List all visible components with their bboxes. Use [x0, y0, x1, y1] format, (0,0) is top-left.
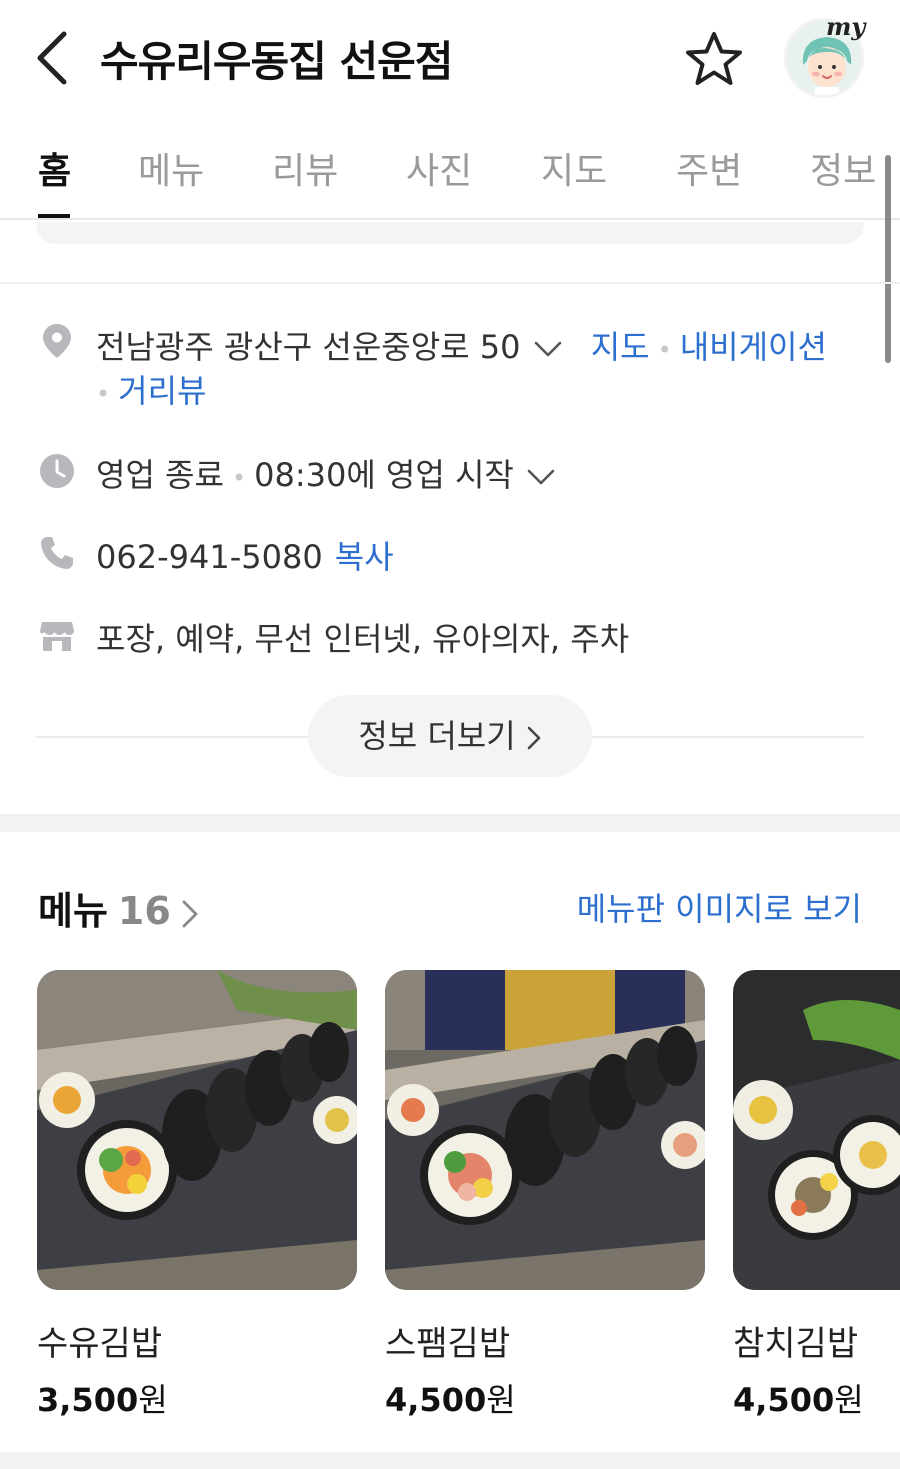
page-title: 수유리우동집 선운점 — [100, 37, 453, 86]
tab-menu[interactable]: 메뉴 — [138, 142, 204, 194]
more-info-label: 정보 더보기 — [358, 717, 516, 755]
menu-item-price: 3,500원 — [37, 1381, 168, 1419]
location-pin-icon — [43, 324, 71, 358]
favorite-button[interactable] — [682, 28, 746, 92]
separator-dot: • — [96, 380, 111, 408]
menu-item-price: 4,500원 — [385, 1381, 516, 1419]
divider — [0, 282, 900, 284]
chevron-down-icon[interactable] — [533, 340, 563, 358]
phone-row: 062-941-5080 복사 — [96, 532, 394, 578]
navigation-link[interactable]: 내비게이션 — [680, 328, 827, 366]
amenities-text: 포장, 예약, 무선 인터넷, 유아의자, 주차 — [96, 620, 630, 658]
separator-dot: • — [231, 464, 247, 492]
copy-phone-button[interactable]: 복사 — [335, 538, 394, 576]
store-icon — [40, 622, 74, 651]
section-divider — [0, 814, 900, 832]
my-badge: my — [826, 12, 866, 41]
back-button[interactable] — [30, 28, 80, 88]
top-app-bar: 수유리우동집 선운점 my — [0, 0, 900, 118]
address-row-continued: • 거리뷰 — [96, 366, 206, 412]
menu-item-name: 스팸김밥 — [385, 1324, 511, 1364]
separator-dot: • — [657, 336, 672, 364]
map-link[interactable]: 지도 — [591, 328, 650, 366]
phone-icon — [41, 537, 73, 569]
menu-board-image-link[interactable]: 메뉴판 이미지로 보기 — [577, 884, 862, 930]
menu-item-photo — [37, 970, 357, 1290]
previous-section-card — [36, 222, 864, 244]
menu-count: 16 — [117, 889, 171, 933]
menu-item-photo — [385, 970, 705, 1290]
menu-item-name: 수유김밥 — [37, 1324, 163, 1364]
chevron-down-icon[interactable] — [526, 468, 556, 486]
streetview-link[interactable]: 거리뷰 — [118, 372, 206, 410]
menu-item-photo — [733, 970, 900, 1290]
menu-heading-label: 메뉴 — [38, 889, 108, 933]
tab-photos[interactable]: 사진 — [406, 142, 472, 194]
section-divider — [0, 1452, 900, 1469]
address-row: 전남광주 광산구 선운중앙로 50 지도 • 내비게이션 — [96, 322, 827, 368]
phone-number[interactable]: 062-941-5080 — [96, 538, 323, 576]
tab-reviews[interactable]: 리뷰 — [272, 142, 338, 194]
tab-bar: 홈 메뉴 리뷰 사진 지도 주변 정보 — [0, 118, 900, 220]
hours-next-open: 08:30에 영업 시작 — [254, 456, 514, 494]
menu-section-heading[interactable]: 메뉴 16 — [38, 880, 199, 935]
address-text: 전남광주 광산구 선운중앙로 50 — [96, 328, 521, 366]
menu-item-card[interactable]: 참치김밥 4,500원 — [733, 970, 900, 1421]
more-info-button[interactable]: 정보 더보기 — [308, 695, 592, 777]
star-icon — [686, 32, 742, 85]
scrollbar[interactable] — [885, 155, 891, 363]
tab-map[interactable]: 지도 — [541, 142, 607, 194]
hours-status: 영업 종료 — [96, 456, 224, 494]
chevron-right-icon — [182, 900, 198, 927]
tab-home[interactable]: 홈 — [38, 142, 71, 194]
tab-nearby[interactable]: 주변 — [676, 142, 742, 194]
menu-item-card[interactable]: 스팸김밥 4,500원 — [385, 970, 705, 1421]
menu-item-name: 참치김밥 — [733, 1324, 859, 1364]
menu-item-price: 4,500원 — [733, 1381, 864, 1419]
active-tab-indicator — [38, 214, 70, 218]
clock-icon — [40, 454, 74, 488]
tab-info[interactable]: 정보 — [810, 142, 876, 194]
chevron-right-icon — [527, 726, 540, 750]
hours-row[interactable]: 영업 종료 • 08:30에 영업 시작 — [96, 450, 556, 496]
chevron-left-icon — [37, 31, 67, 85]
menu-item-card[interactable]: 수유김밥 3,500원 — [37, 970, 357, 1421]
